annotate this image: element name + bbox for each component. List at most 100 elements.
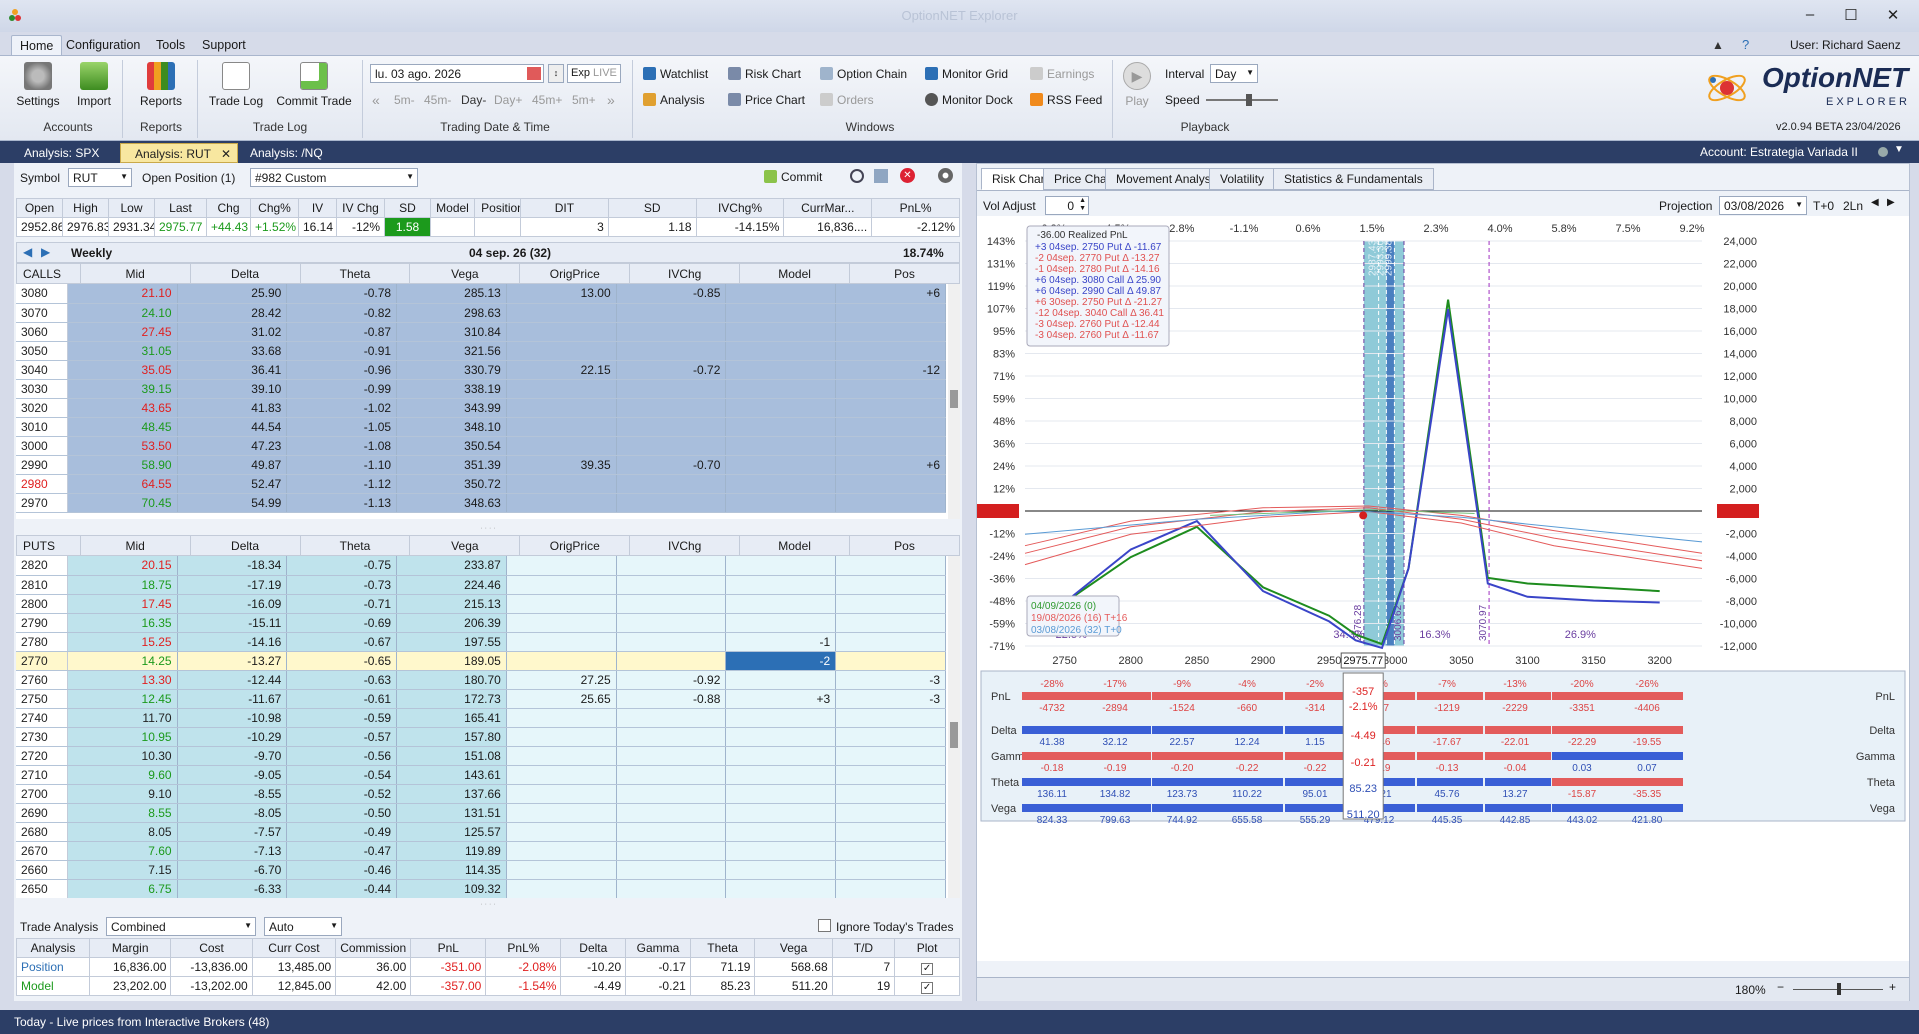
current-price-marker[interactable] <box>1359 511 1368 520</box>
help-icon[interactable]: ? <box>1742 37 1749 52</box>
scroll-thumb[interactable] <box>950 722 958 748</box>
tab-configuration[interactable]: Configuration <box>58 35 148 56</box>
delete-icon[interactable]: ✕ <box>900 168 915 183</box>
chain-row[interactable]: 2670 7.60 -7.13 -0.47 119.89 <box>16 841 946 861</box>
next-expiry-icon[interactable]: ▶ <box>41 245 50 259</box>
ta-head-cell[interactable]: T/D <box>831 938 896 958</box>
chevron-down-icon[interactable]: ▼ <box>1894 144 1904 155</box>
ta-row[interactable]: Model 23,202.00 -13,202.00 12,845.00 42.00 -3… <box>15 976 960 996</box>
chain-row[interactable]: 2970 70.45 54.99 -1.13 348.63 <box>16 493 946 513</box>
chain-cell[interactable] <box>725 803 837 823</box>
chain-head-cell[interactable]: OrigPrice <box>519 535 631 556</box>
chain-cell[interactable] <box>725 879 837 898</box>
chain-cell[interactable] <box>725 417 837 437</box>
tab-support[interactable]: Support <box>194 35 254 56</box>
chain-row[interactable]: 2790 16.35 -15.11 -0.69 206.39 <box>16 613 946 633</box>
chain-row[interactable]: 2980 64.55 52.47 -1.12 350.72 <box>16 474 946 494</box>
chain-cell[interactable] <box>835 860 946 880</box>
chain-head-cell[interactable]: Delta <box>189 535 301 556</box>
next-arrow-icon[interactable]: ▶ <box>1887 197 1895 208</box>
chain-cell[interactable]: -12 <box>835 360 946 380</box>
auto-select[interactable]: Auto ▼ <box>264 917 342 936</box>
chain-cell[interactable] <box>835 575 946 595</box>
chain-head-cell[interactable]: Model <box>739 535 851 556</box>
interval-select[interactable]: Day ▼ <box>1210 64 1258 83</box>
chain-cell[interactable]: -3 <box>835 670 946 690</box>
chain-cell[interactable] <box>725 493 837 513</box>
chain-cell[interactable] <box>835 803 946 823</box>
chain-cell[interactable] <box>835 594 946 614</box>
chain-row[interactable]: 2650 6.75 -6.33 -0.44 109.32 <box>16 879 946 898</box>
chain-head-cell[interactable]: Vega <box>409 263 521 284</box>
risk-chart-button[interactable]: Risk Chart <box>728 67 801 81</box>
monitor-grid-button[interactable]: Monitor Grid <box>925 67 1008 81</box>
chain-cell[interactable] <box>725 727 837 747</box>
close-tab-icon[interactable]: ✕ <box>221 147 231 161</box>
chain-cell[interactable] <box>835 746 946 766</box>
projection-date-select[interactable]: 03/08/2026 ▼ <box>1719 196 1807 215</box>
maximize-button[interactable]: ☐ <box>1835 6 1867 24</box>
chain-cell[interactable] <box>725 341 837 361</box>
expand-icon[interactable]: ↕ <box>548 64 564 83</box>
chain-head-cell[interactable]: Mid <box>79 535 191 556</box>
ta-row-label[interactable]: Model <box>15 976 91 996</box>
chain-cell[interactable] <box>835 841 946 861</box>
chain-row[interactable]: 2770 14.25 -13.27 -0.65 189.05 -2 <box>16 651 946 671</box>
chain-row[interactable]: 3030 39.15 39.10 -0.99 338.19 <box>16 379 946 399</box>
chain-cell[interactable] <box>725 822 837 842</box>
chain-head-cell[interactable]: Mid <box>79 263 191 284</box>
ta-head-cell[interactable]: Commission <box>335 938 412 958</box>
chain-cell[interactable] <box>835 784 946 804</box>
chain-cell[interactable] <box>835 341 946 361</box>
chain-row[interactable]: 2750 12.45 -11.67 -0.61 172.73 25.65 -0.88 +3 -3 <box>16 689 946 709</box>
symbol-select[interactable]: RUT ▼ <box>68 168 132 187</box>
chain-cell[interactable]: -3 <box>835 689 946 709</box>
vol-adjust-input[interactable]: 0 ▲ ▼ <box>1045 196 1089 215</box>
plot-checkbox-cell[interactable]: ✓ <box>894 957 960 977</box>
chain-cell[interactable] <box>725 322 837 342</box>
commit-button[interactable]: Commit <box>764 170 822 184</box>
splitter[interactable]: · · · · <box>16 525 960 533</box>
chain-row[interactable]: 2710 9.60 -9.05 -0.54 143.61 <box>16 765 946 785</box>
zoom-in-icon[interactable]: + <box>1889 980 1896 994</box>
chain-cell[interactable] <box>725 746 837 766</box>
plot-checkbox[interactable]: ✓ <box>921 962 934 975</box>
chain-cell[interactable] <box>725 765 837 785</box>
chain-cell[interactable]: -2 <box>725 651 837 671</box>
search-icon[interactable] <box>850 169 864 183</box>
tab-analysis-rut[interactable]: Analysis: RUT ✕ <box>120 143 239 163</box>
chain-head-cell[interactable]: IVChg <box>629 263 741 284</box>
chain-row[interactable]: 2660 7.15 -6.70 -0.46 114.35 <box>16 860 946 880</box>
chain-head-cell[interactable]: Delta <box>189 263 301 284</box>
chain-head-cell[interactable]: Vega <box>409 535 521 556</box>
calls-scrollbar[interactable] <box>948 284 960 519</box>
chain-cell[interactable] <box>725 708 837 728</box>
tab-analysis-nq[interactable]: Analysis: /NQ <box>236 143 337 163</box>
spinner-icon[interactable]: ▲ ▼ <box>1079 197 1086 213</box>
step-5m-forward[interactable]: 5m+ <box>572 93 596 107</box>
trading-date-field[interactable]: lu. 03 ago. 2026 <box>370 64 544 83</box>
chain-cell[interactable] <box>835 879 946 898</box>
zoom-out-icon[interactable]: − <box>1777 980 1784 994</box>
chain-cell[interactable] <box>835 727 946 747</box>
chain-row[interactable]: 3060 27.45 31.02 -0.87 310.84 <box>16 322 946 342</box>
ta-row-label[interactable]: Position <box>15 957 91 977</box>
chain-cell[interactable] <box>835 379 946 399</box>
earnings-button[interactable]: Earnings <box>1030 67 1094 81</box>
chain-cell[interactable] <box>835 303 946 323</box>
chain-row[interactable]: 3050 31.05 33.68 -0.91 321.56 <box>16 341 946 361</box>
price-chart-button[interactable]: Price Chart <box>728 93 805 107</box>
chart-tab[interactable]: Volatility <box>1209 168 1276 190</box>
chart-tab[interactable]: Statistics & Fundamentals <box>1273 168 1434 190</box>
settings-button[interactable]: Settings <box>14 62 62 108</box>
trade-log-button[interactable]: Trade Log <box>204 62 268 108</box>
tab-tools[interactable]: Tools <box>148 35 193 56</box>
combined-select[interactable]: Combined ▼ <box>106 917 256 936</box>
analysis-button[interactable]: Analysis <box>643 93 705 107</box>
risk-chart[interactable]: 143% 24,000 131% 22,000 119% 20,000 107% 18,000… <box>977 216 1909 961</box>
calendar-icon[interactable] <box>527 67 541 80</box>
commit-trade-button[interactable]: Commit Trade <box>272 62 356 108</box>
ta-head-cell[interactable]: Vega <box>754 938 833 958</box>
chain-row[interactable]: 2810 18.75 -17.19 -0.73 224.46 <box>16 575 946 595</box>
step-5m-back[interactable]: 5m- <box>394 93 415 107</box>
